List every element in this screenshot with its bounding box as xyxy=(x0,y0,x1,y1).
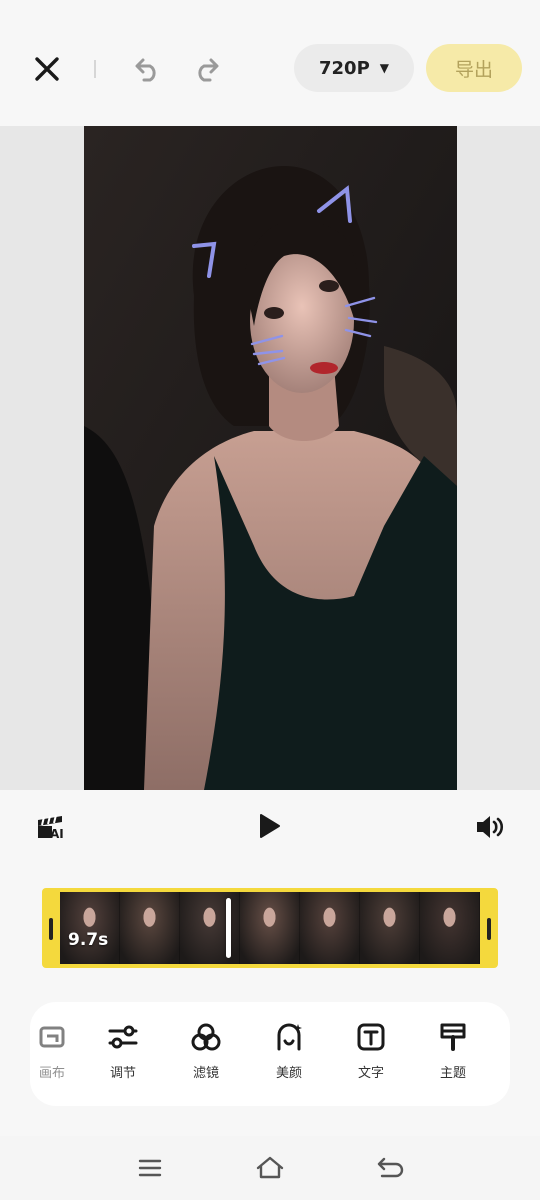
close-button[interactable] xyxy=(26,48,68,90)
tool-label: 调节 xyxy=(109,1066,136,1081)
undo-icon xyxy=(135,58,156,82)
video-preview-area xyxy=(0,126,540,790)
adjust-icon xyxy=(106,1020,140,1054)
trim-handle-left[interactable] xyxy=(49,918,53,940)
canvas-icon xyxy=(35,1020,69,1054)
tool-label: 画布 xyxy=(38,1066,65,1081)
timeline-thumbnail xyxy=(180,892,240,964)
tool-filter[interactable]: 滤镜 xyxy=(174,1020,238,1090)
tool-text[interactable]: 文字 xyxy=(339,1020,403,1090)
tool-theme[interactable]: 主题 xyxy=(421,1020,485,1090)
filter-icon xyxy=(189,1020,223,1054)
playback-controls: AI xyxy=(0,790,540,866)
system-nav-bar xyxy=(0,1136,540,1200)
ai-clip-button[interactable]: AI xyxy=(36,814,66,840)
menu-icon xyxy=(138,1159,162,1177)
undo-button[interactable] xyxy=(128,50,168,88)
theme-icon xyxy=(436,1020,470,1054)
play-button[interactable] xyxy=(256,810,284,842)
tool-adjust[interactable]: 调节 xyxy=(91,1020,155,1090)
tool-label: 文字 xyxy=(357,1066,384,1081)
timeline[interactable]: 9.7s xyxy=(42,888,498,968)
play-icon xyxy=(260,814,280,838)
tool-bar: 画布 调节 滤镜 美颜 文字 主题 xyxy=(30,1002,510,1106)
tool-beauty[interactable]: 美颜 xyxy=(257,1020,321,1090)
volume-button[interactable] xyxy=(474,812,506,842)
redo-icon xyxy=(198,58,219,82)
chevron-down-icon: ▼ xyxy=(379,61,389,75)
timeline-thumbnail xyxy=(360,892,420,964)
clip-duration: 9.7s xyxy=(68,930,109,950)
text-icon xyxy=(354,1020,388,1054)
home-icon xyxy=(256,1156,284,1179)
svg-text:AI: AI xyxy=(50,827,64,840)
timeline-thumbnail xyxy=(120,892,180,964)
video-frame-image xyxy=(84,126,457,790)
timeline-thumbnail xyxy=(240,892,300,964)
ai-clip-icon: AI xyxy=(38,814,64,840)
video-preview[interactable] xyxy=(84,126,457,790)
tool-label: 滤镜 xyxy=(192,1066,219,1081)
menu-button[interactable] xyxy=(133,1152,167,1184)
beauty-icon xyxy=(272,1020,306,1054)
tool-canvas[interactable]: 画布 xyxy=(30,1020,84,1090)
top-bar: 720P ▼ 导出 xyxy=(0,0,540,126)
tool-label: 美颜 xyxy=(275,1066,302,1081)
back-icon xyxy=(377,1157,404,1178)
export-button[interactable]: 导出 xyxy=(426,44,522,92)
timeline-thumbnail xyxy=(60,892,120,964)
timeline-thumbnail xyxy=(300,892,360,964)
close-icon xyxy=(35,57,59,81)
trim-handle-right[interactable] xyxy=(487,918,491,940)
thumbnail-strip xyxy=(60,892,480,964)
timeline-thumbnail xyxy=(420,892,480,964)
redo-button[interactable] xyxy=(186,50,226,88)
divider xyxy=(94,60,96,78)
resolution-select[interactable]: 720P ▼ xyxy=(294,44,414,92)
playhead[interactable] xyxy=(226,898,231,958)
tool-label: 主题 xyxy=(439,1066,466,1081)
home-button[interactable] xyxy=(253,1152,287,1184)
back-button[interactable] xyxy=(373,1152,407,1184)
resolution-value: 720P xyxy=(319,57,370,79)
volume-icon xyxy=(477,816,504,838)
